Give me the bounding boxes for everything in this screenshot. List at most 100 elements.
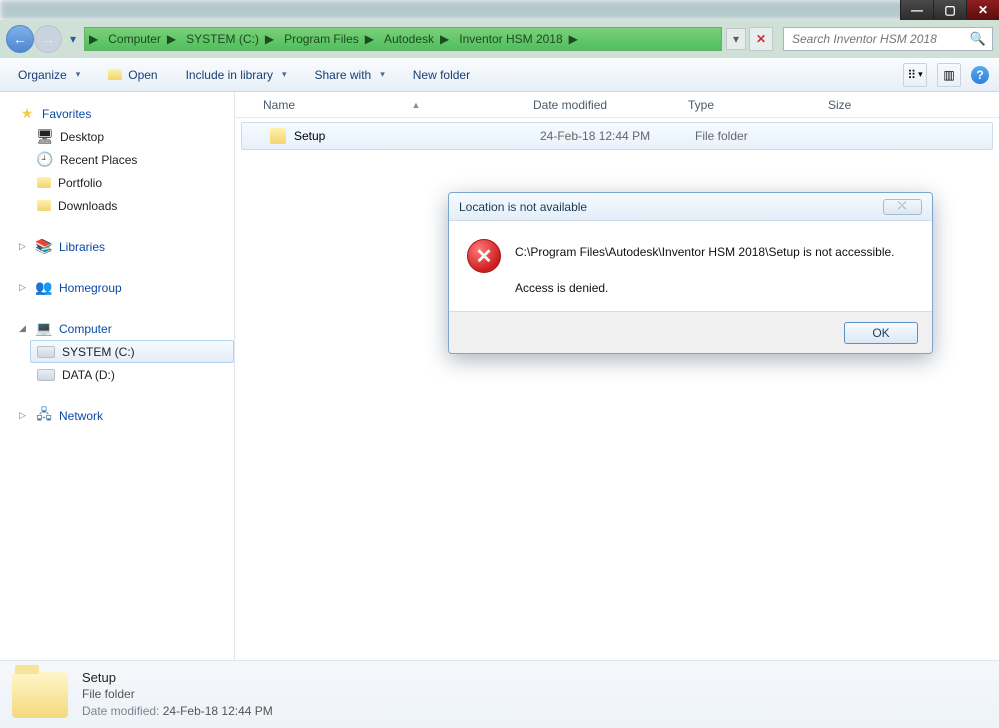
sidebar-homegroup-header[interactable]: ▷ 👥 Homegroup: [12, 276, 234, 299]
drive-icon: [37, 369, 55, 381]
history-dropdown[interactable]: ▾: [66, 25, 80, 53]
details-date: 24-Feb-18 12:44 PM: [163, 704, 273, 718]
address-bar[interactable]: ▶ Computer ▶ SYSTEM (C:) ▶ Program Files…: [84, 27, 722, 51]
details-name: Setup: [82, 669, 273, 686]
column-headers: Name ▲ Date modified Type Size: [235, 92, 999, 118]
computer-icon: 💻: [36, 321, 52, 337]
crumb-sep[interactable]: ▶: [163, 28, 180, 50]
crumb-sep[interactable]: ▶: [436, 28, 453, 50]
recent-icon: 🕘: [37, 152, 53, 168]
dialog-body: ✕ C:\Program Files\Autodesk\Inventor HSM…: [449, 221, 932, 311]
view-icon: ⠿: [907, 68, 916, 82]
sidebar-item-label: Portfolio: [58, 176, 102, 190]
dialog-titlebar[interactable]: Location is not available ⤬: [449, 193, 932, 221]
sidebar-item-drive-d[interactable]: DATA (D:): [30, 363, 234, 386]
folder-icon: [270, 128, 286, 144]
search-box[interactable]: 🔍: [783, 27, 993, 51]
network-label: Network: [59, 409, 103, 423]
crumb-sep[interactable]: ▶: [261, 28, 278, 50]
dialog-line1: C:\Program Files\Autodesk\Inventor HSM 2…: [515, 241, 895, 263]
sidebar-network-header[interactable]: ▷🖧Network: [12, 404, 234, 427]
details-date-label: Date modified:: [82, 704, 159, 718]
close-button[interactable]: ✕: [966, 0, 999, 20]
details-text: Setup File folder Date modified: 24-Feb-…: [82, 669, 273, 720]
dialog-footer: OK: [449, 311, 932, 353]
folder-icon: [37, 177, 51, 188]
sidebar-item-downloads[interactable]: Downloads: [30, 194, 234, 217]
sidebar-item-label: Downloads: [58, 199, 117, 213]
sidebar-favorites-header[interactable]: ★Favorites: [12, 102, 234, 125]
details-folder-icon: [12, 672, 68, 718]
homegroup-icon: 👥: [36, 280, 52, 296]
sidebar-item-recent-places[interactable]: 🕘 Recent Places: [30, 148, 234, 171]
chevron-down-icon: ◢: [19, 323, 29, 334]
search-input[interactable]: [790, 31, 970, 47]
dialog-close-button[interactable]: ⤬: [883, 199, 922, 215]
chevron-right-icon: ▷: [19, 410, 29, 421]
search-icon[interactable]: 🔍: [970, 31, 986, 47]
back-button[interactable]: ←: [6, 25, 34, 53]
window-controls: — ▢ ✕: [900, 0, 999, 20]
sidebar-libraries-header[interactable]: ▷📚Libraries: [12, 235, 234, 258]
folder-icon: [108, 69, 122, 80]
sidebar-item-drive-c[interactable]: SYSTEM (C:): [30, 340, 234, 363]
cell-name: Setup: [270, 128, 540, 144]
column-type[interactable]: Type: [688, 98, 828, 112]
file-list: Name ▲ Date modified Type Size Setup 24-F…: [235, 92, 999, 660]
body-area: ★Favorites 🖥Desktop 🕘 Recent Places Portf…: [0, 92, 999, 660]
view-options-button[interactable]: ⠿▾: [903, 63, 927, 87]
dialog-line2: Access is denied.: [515, 277, 895, 299]
crumb-root-sep: ▶: [85, 28, 102, 50]
share-with-button[interactable]: Share with: [307, 64, 393, 86]
folder-icon: [37, 200, 51, 211]
homegroup-label: Homegroup: [59, 281, 122, 295]
favorites-label: Favorites: [42, 107, 91, 121]
nav-buttons: ← →: [6, 25, 62, 53]
sidebar-item-portfolio[interactable]: Portfolio: [30, 171, 234, 194]
help-button[interactable]: ?: [971, 66, 989, 84]
pane-icon: ▥: [943, 68, 954, 82]
sidebar-item-desktop[interactable]: 🖥Desktop: [30, 125, 234, 148]
cell-date: 24-Feb-18 12:44 PM: [540, 129, 695, 143]
crumb-sep[interactable]: ▶: [565, 28, 582, 50]
dialog-title-text: Location is not available: [459, 200, 587, 214]
maximize-button[interactable]: ▢: [933, 0, 966, 20]
sidebar-item-label: Recent Places: [60, 153, 137, 167]
address-dropdown[interactable]: ▾: [726, 28, 746, 50]
window-title-strip: [0, 0, 999, 20]
forward-button[interactable]: →: [34, 25, 62, 53]
organize-button[interactable]: Organize: [10, 64, 88, 86]
open-button[interactable]: Open: [100, 64, 165, 86]
file-name-label: Setup: [294, 129, 325, 143]
crumb-system-c[interactable]: SYSTEM (C:): [180, 28, 261, 50]
libraries-label: Libraries: [59, 240, 105, 254]
crumb-sep[interactable]: ▶: [361, 28, 378, 50]
sidebar-item-label: SYSTEM (C:): [62, 345, 135, 359]
ok-button[interactable]: OK: [844, 322, 918, 344]
sidebar-item-label: DATA (D:): [62, 368, 115, 382]
minimize-button[interactable]: —: [900, 0, 933, 20]
sidebar-computer-header[interactable]: ◢💻Computer: [12, 317, 234, 340]
refresh-button[interactable]: ✕: [749, 27, 773, 51]
dialog-message: C:\Program Files\Autodesk\Inventor HSM 2…: [515, 239, 895, 299]
preview-pane-button[interactable]: ▥: [937, 63, 961, 87]
list-row-setup[interactable]: Setup 24-Feb-18 12:44 PM File folder: [241, 122, 993, 150]
error-icon: ✕: [467, 239, 501, 273]
column-name[interactable]: Name ▲: [263, 98, 533, 112]
crumb-autodesk[interactable]: Autodesk: [378, 28, 436, 50]
sort-indicator-icon: ▲: [299, 100, 533, 110]
crumb-computer[interactable]: Computer: [102, 28, 163, 50]
open-label: Open: [128, 68, 157, 82]
sidebar: ★Favorites 🖥Desktop 🕘 Recent Places Portf…: [0, 92, 235, 660]
new-folder-button[interactable]: New folder: [405, 64, 478, 86]
column-name-label: Name: [263, 98, 295, 112]
chevron-right-icon: ▷: [19, 282, 29, 293]
toolbar-right: ⠿▾ ▥ ?: [903, 63, 989, 87]
column-size[interactable]: Size: [828, 98, 908, 112]
crumb-program-files[interactable]: Program Files: [278, 28, 361, 50]
error-dialog: Location is not available ⤬ ✕ C:\Program…: [448, 192, 933, 354]
crumb-inventor-hsm-2018[interactable]: Inventor HSM 2018: [453, 28, 564, 50]
column-date[interactable]: Date modified: [533, 98, 688, 112]
details-pane: Setup File folder Date modified: 24-Feb-…: [0, 660, 999, 728]
include-library-button[interactable]: Include in library: [178, 64, 295, 86]
